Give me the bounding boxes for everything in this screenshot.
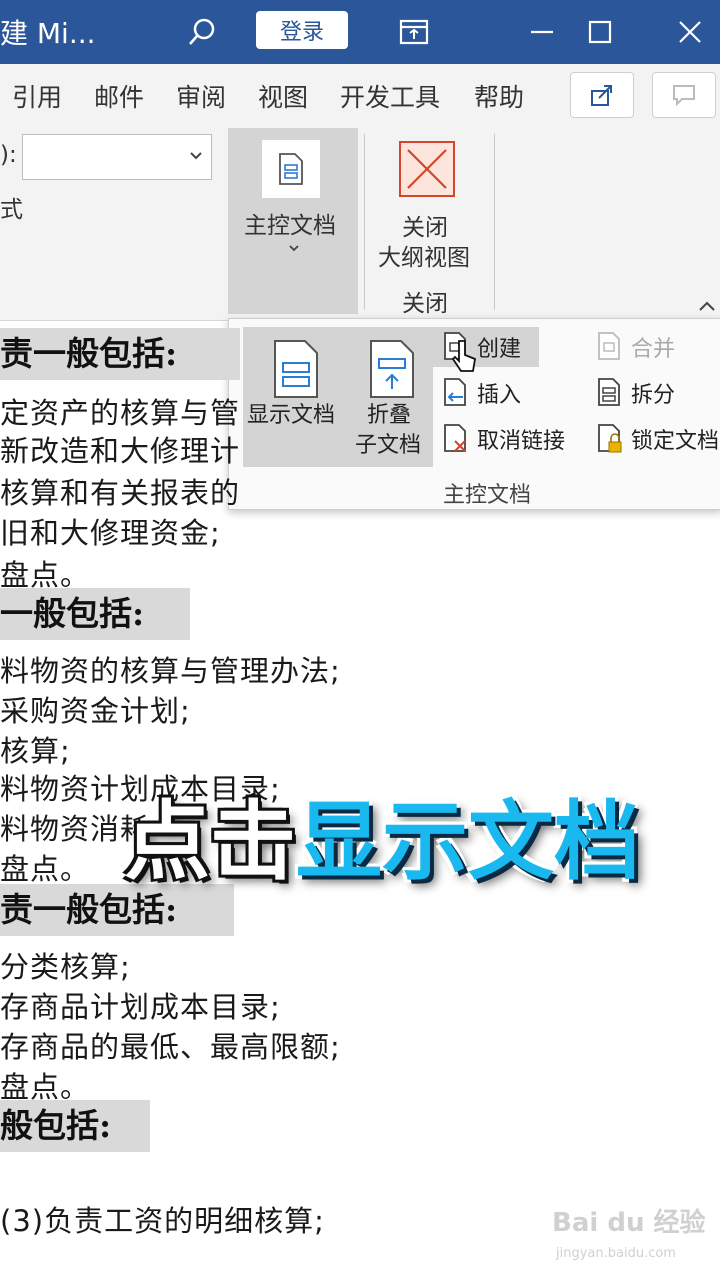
doc-line: 分类核算; — [0, 950, 131, 984]
mouse-cursor-icon — [451, 340, 477, 372]
master-document-label: 主控文档 — [244, 213, 336, 239]
master-document-icon — [262, 140, 320, 198]
level-label-fragment: ): — [0, 142, 17, 168]
doc-line: 采购资金计划; — [0, 694, 191, 728]
share-icon — [591, 85, 612, 106]
ribbon-separator — [494, 134, 495, 310]
doc-line: 存商品的最低、最高限额; — [0, 1030, 341, 1064]
minimize-icon[interactable] — [522, 12, 562, 52]
show-text-format-fragment: 式 — [0, 197, 23, 223]
doc-line: 旧和大修理资金; — [0, 516, 221, 550]
tab-view[interactable]: 视图 — [258, 78, 308, 114]
collapse-ribbon-icon[interactable] — [698, 300, 716, 312]
doc-line: 新改造和大修理计 — [0, 434, 241, 468]
doc-line: 料物资的核算与管理办法; — [0, 654, 341, 688]
share-button[interactable] — [570, 72, 634, 118]
close-outline-line2: 大纲视图 — [378, 245, 470, 271]
unlink-label[interactable]: 取消链接 — [477, 423, 565, 455]
master-document-group-label: 主控文档 — [443, 483, 532, 508]
login-button[interactable]: 登录 — [256, 11, 348, 49]
caption-part-show-document: 显示文档 — [296, 792, 640, 892]
collapse-subdocument-icon — [370, 340, 414, 398]
chevron-down-icon — [190, 152, 202, 160]
close-x-icon — [399, 141, 455, 197]
ribbon-display-options-icon[interactable] — [394, 12, 434, 52]
window-title: 建 Mi... — [0, 17, 96, 50]
doc-line: 盘点。 — [0, 852, 91, 886]
merge-icon — [598, 332, 620, 360]
show-document-icon — [274, 340, 318, 398]
close-group-label: 关闭 — [402, 291, 448, 317]
title-bar: 建 Mi... 登录 — [0, 0, 720, 64]
close-outline-line1: 关闭 — [402, 215, 448, 241]
split-icon — [598, 378, 620, 406]
lock-document-icon — [598, 424, 622, 453]
tab-developer[interactable]: 开发工具 — [340, 78, 440, 114]
show-document-label: 显示文档 — [247, 403, 336, 428]
collapse-label-line1: 折叠 — [367, 403, 412, 428]
doc-line: 存商品计划成本目录; — [0, 990, 281, 1024]
comment-icon — [673, 85, 695, 107]
comments-button[interactable] — [652, 72, 716, 118]
doc-line: (3)负责工资的明细核算; — [0, 1204, 325, 1238]
create-label[interactable]: 创建 — [477, 331, 521, 363]
close-icon[interactable] — [670, 12, 710, 52]
tab-references[interactable]: 引用 — [12, 78, 62, 114]
doc-line: 核算; — [0, 734, 71, 768]
tutorial-caption: 点击显示文档 — [124, 782, 640, 902]
lock-document-label[interactable]: 锁定文档 — [631, 423, 719, 455]
tab-mailings[interactable]: 邮件 — [94, 78, 144, 114]
close-outline-view-button[interactable]: 关闭 大纲视图 — [372, 130, 482, 280]
caption-part-click: 点击 — [124, 792, 296, 892]
collapse-label-line2: 子文档 — [355, 433, 422, 458]
section-heading-1: 责一般包括: — [0, 328, 240, 380]
chevron-down-icon — [289, 245, 299, 252]
search-icon[interactable] — [182, 12, 222, 52]
tab-review[interactable]: 审阅 — [176, 78, 226, 114]
unlink-icon — [444, 424, 466, 452]
maximize-icon[interactable] — [580, 12, 620, 52]
ribbon-tabs: 引用 邮件 审阅 视图 开发工具 帮助 — [0, 64, 720, 124]
ribbon-body: ): 式 主控文档 关闭 大纲视图 关闭 — [0, 124, 720, 321]
outline-level-dropdown[interactable] — [22, 134, 212, 180]
split-label[interactable]: 拆分 — [631, 377, 675, 409]
section-heading-2: 一般包括: — [0, 588, 190, 640]
tab-help[interactable]: 帮助 — [474, 78, 524, 114]
baidu-watermark-url: jingyan.baidu.com — [556, 1246, 676, 1261]
insert-icon — [444, 378, 466, 406]
doc-line: 核算和有关报表的 — [0, 476, 241, 510]
section-heading-4: 般包括: — [0, 1100, 150, 1152]
master-document-panel: 显示文档 折叠 子文档 创建 插入 取消链接 合并 拆分 锁定文档 主控文档 — [228, 318, 720, 510]
baidu-watermark: Bai du 经验 — [552, 1208, 706, 1238]
ribbon-separator — [364, 134, 365, 310]
merge-label: 合并 — [631, 337, 676, 362]
doc-line: 定资产的核算与管 — [0, 396, 241, 430]
master-document-button[interactable]: 主控文档 — [228, 128, 358, 314]
insert-label[interactable]: 插入 — [477, 377, 521, 409]
